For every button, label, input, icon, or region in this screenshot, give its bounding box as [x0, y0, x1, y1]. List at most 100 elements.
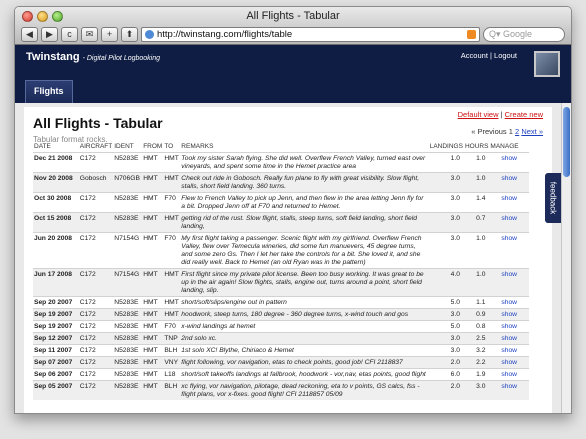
cell-from: HMT — [142, 367, 164, 380]
cell-date: Sep 05 2007 — [33, 379, 79, 400]
col-header-manage: MANAGE — [490, 142, 519, 150]
site-header: Twinstang - Digital Pilot Logbooking Acco… — [15, 45, 571, 103]
search-placeholder: Google — [503, 29, 533, 39]
col-header-to: TO — [164, 142, 174, 150]
table-row: Jun 17 2008 C172 N7154G HMT HMT First flight … — [33, 267, 529, 296]
cell-remarks: xc flying, vor navigation, pilotage, dea… — [180, 379, 429, 400]
logout-link[interactable]: Logout — [494, 51, 517, 60]
col-header-aircraft: AIRCRAFT — [79, 142, 113, 150]
feedback-tab[interactable]: feedback — [545, 173, 561, 223]
vertical-scrollbar[interactable] — [561, 103, 571, 413]
col-header-from: FROM — [143, 142, 163, 150]
cell-to: F70 — [163, 231, 181, 268]
site-brand[interactable]: Twinstang - Digital Pilot Logbooking — [26, 51, 160, 63]
cell-to: HMT — [163, 171, 181, 192]
pager-page-2[interactable]: 2 — [515, 127, 519, 136]
cell-landings: 3.0 — [428, 331, 464, 344]
cell-remarks: 2nd solo xc. — [180, 331, 429, 344]
cell-landings: 6.0 — [428, 367, 464, 380]
tab-flights[interactable]: Flights — [25, 80, 73, 103]
cell-landings: 3.0 — [428, 171, 464, 192]
col-header-landings: LANDINGS — [429, 142, 463, 150]
cell-ident: N5283E — [113, 355, 143, 368]
actions-separator: | — [500, 110, 503, 119]
bookmark-icon[interactable]: ✉ — [81, 27, 98, 42]
cell-to: BLH — [163, 379, 181, 400]
show-link[interactable]: show — [489, 331, 529, 344]
col-header-date: DATE — [34, 142, 51, 150]
cell-remarks: flight following, vor navigation, etas t… — [180, 355, 429, 368]
cell-date: Jun 20 2008 — [33, 231, 79, 268]
show-link[interactable]: show — [489, 171, 529, 192]
cell-ident: N7154G — [113, 267, 143, 296]
cell-from: HMT — [142, 355, 164, 368]
show-link[interactable]: show — [489, 355, 529, 368]
cell-ident: N5283E — [113, 211, 143, 232]
col-header-hours: HOURS — [464, 142, 489, 150]
table-row: Sep 19 2007 C172 N5283E HMT F70 x-wind landin… — [33, 319, 529, 332]
cell-hours: 2.2 — [463, 355, 490, 368]
cell-from: HMT — [142, 191, 164, 212]
cell-remarks: My first flight taking a passenger. Scen… — [180, 231, 429, 268]
show-link[interactable]: show — [489, 379, 529, 400]
avatar[interactable] — [534, 51, 560, 77]
title-bar: All Flights - Tabular ◀ ▶ c ✉ + ⬆ http:/… — [15, 7, 571, 45]
scrollbar-thumb[interactable] — [563, 107, 570, 177]
default-view-link[interactable]: Default view — [458, 110, 499, 119]
pagination: « Previous 1 2 Next » — [471, 127, 543, 136]
show-link[interactable]: show — [489, 151, 529, 172]
cell-hours: 0.8 — [463, 319, 490, 332]
address-bar[interactable]: http://twinstang.com/flights/table — [141, 27, 480, 42]
show-link[interactable]: show — [489, 191, 529, 212]
account-link[interactable]: Account — [461, 51, 488, 60]
cell-aircraft: C172 — [78, 151, 114, 172]
rss-icon[interactable] — [467, 30, 476, 39]
account-links: Account | Logout — [461, 51, 517, 60]
cell-landings: 3.0 — [428, 191, 464, 212]
reload-button[interactable]: c — [61, 27, 78, 42]
cell-from: HMT — [142, 319, 164, 332]
cell-hours: 0.9 — [463, 307, 490, 320]
cell-remarks: Flew to French Valley to pick up Jenn, a… — [180, 191, 429, 212]
cell-hours: 3.0 — [463, 379, 490, 400]
cell-hours: 1.1 — [463, 295, 490, 308]
back-button[interactable]: ◀ — [21, 27, 38, 42]
cell-landings: 3.0 — [428, 307, 464, 320]
cell-from: HMT — [142, 231, 164, 268]
cell-landings: 3.0 — [428, 231, 464, 268]
cell-to: F70 — [163, 319, 181, 332]
globe-icon — [145, 30, 154, 39]
cell-to: HMT — [163, 151, 181, 172]
col-header-remarks: REMARKS — [181, 142, 214, 150]
show-link[interactable]: show — [489, 367, 529, 380]
show-link[interactable]: show — [489, 343, 529, 356]
show-link[interactable]: show — [489, 231, 529, 268]
show-link[interactable]: show — [489, 307, 529, 320]
cell-to: BLH — [163, 343, 181, 356]
cell-hours: 1.9 — [463, 367, 490, 380]
cell-aircraft: C172 — [78, 211, 114, 232]
cell-landings: 4.0 — [428, 267, 464, 296]
cell-date: Dec 21 2008 — [33, 151, 79, 172]
cell-from: HMT — [142, 295, 164, 308]
cell-from: HMT — [142, 343, 164, 356]
pager-next[interactable]: Next » — [521, 127, 543, 136]
cell-aircraft: C172 — [78, 319, 114, 332]
cell-remarks: Check out ride in Gobosch. Really fun pl… — [180, 171, 429, 192]
cell-ident: N5283E — [113, 191, 143, 212]
show-link[interactable]: show — [489, 267, 529, 296]
cell-from: HMT — [142, 267, 164, 296]
show-link[interactable]: show — [489, 319, 529, 332]
search-field[interactable]: Q▾ Google — [483, 27, 565, 42]
add-icon[interactable]: + — [101, 27, 118, 42]
forward-button[interactable]: ▶ — [41, 27, 58, 42]
create-new-link[interactable]: Create new — [505, 110, 543, 119]
cell-hours: 2.5 — [463, 331, 490, 344]
page-title: All Flights - Tabular — [33, 115, 163, 131]
search-icon: Q▾ — [489, 29, 504, 39]
share-icon[interactable]: ⬆ — [121, 27, 138, 42]
show-link[interactable]: show — [489, 211, 529, 232]
table-row: Sep 05 2007 C172 N5283E HMT BLH xc flying, vo… — [33, 379, 529, 400]
table-row: Oct 30 2008 C172 N5283E HMT F70 Flew to Frenc… — [33, 191, 529, 212]
show-link[interactable]: show — [489, 295, 529, 308]
